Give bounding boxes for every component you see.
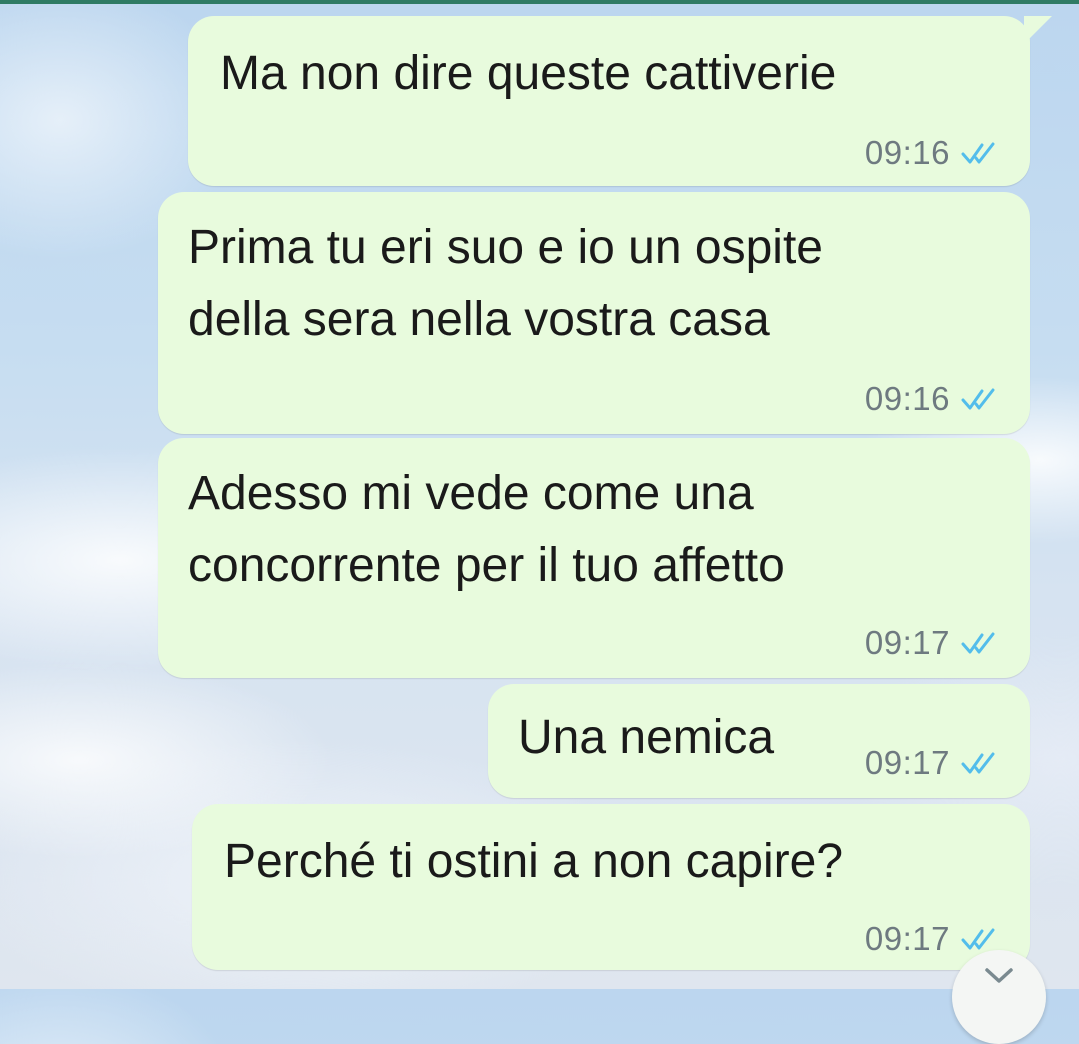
top-status-strip [0,0,1079,4]
message-time: 09:17 [864,744,950,781]
message-bubble[interactable]: Adesso mi vede come una concorrente per … [158,438,1030,678]
message-time: 09:16 [864,134,950,171]
message-text: Ma non dire queste cattiverie [220,47,837,100]
double-check-icon [961,632,995,654]
message-meta: 09:17 [865,920,1000,958]
bubble-tail [1024,16,1052,44]
message-text: Adesso mi vede come una concorrente per … [188,467,785,592]
scroll-to-bottom-button[interactable] [952,950,1046,1044]
chevron-down-icon [985,968,1013,983]
double-check-icon [961,142,995,164]
message-bubble[interactable]: Una nemica 09:17 [488,684,1030,798]
message-text: Una nemica [518,711,775,764]
message-meta: 09:16 [865,380,1000,418]
message-meta: 09:16 [865,134,1000,172]
message-time: 09:17 [864,624,950,661]
message-meta: 09:17 [865,744,1000,782]
message-bubble[interactable]: Perché ti ostini a non capire? 09:17 [192,804,1030,970]
double-check-icon [961,928,995,950]
message-text: Prima tu eri suo e io un ospite della se… [188,221,823,346]
message-bubble[interactable]: Ma non dire queste cattiverie 09:16 [188,16,1052,186]
message-text: Perché ti ostini a non capire? [224,835,844,888]
message-time: 09:17 [864,920,950,957]
message-meta: 09:17 [865,624,1000,662]
message-bubble[interactable]: Prima tu eri suo e io un ospite della se… [158,192,1030,434]
double-check-icon [961,752,995,774]
message-time: 09:16 [864,380,950,417]
double-check-icon [961,388,995,410]
